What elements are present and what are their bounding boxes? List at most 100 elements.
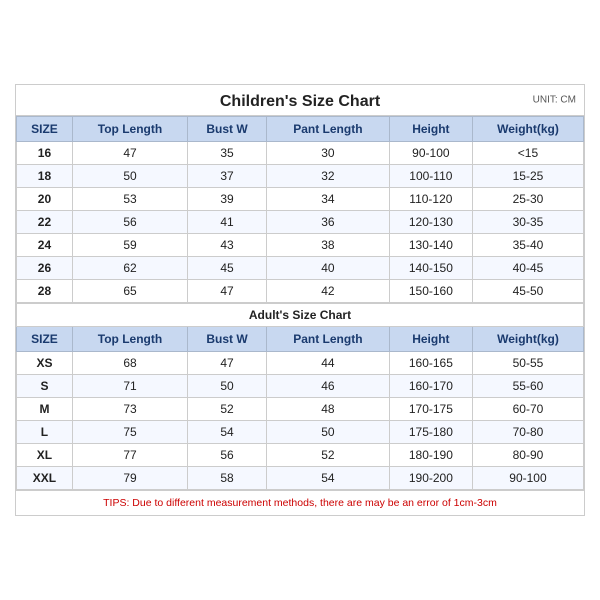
table-cell: 77 (72, 444, 187, 467)
table-cell: 90-100 (472, 467, 583, 490)
table-cell: 30-35 (472, 211, 583, 234)
table-cell: L (17, 421, 73, 444)
table-cell: 37 (188, 165, 267, 188)
table-cell: 140-150 (389, 257, 472, 280)
table-cell: XL (17, 444, 73, 467)
table-cell: 80-90 (472, 444, 583, 467)
table-cell: 70-80 (472, 421, 583, 444)
children-chart-title: Children's Size Chart (220, 93, 380, 110)
table-cell: 59 (72, 234, 187, 257)
table-row: XXL795854190-20090-100 (17, 467, 584, 490)
table-row: 28654742150-16045-50 (17, 280, 584, 303)
table-cell: 22 (17, 211, 73, 234)
table-cell: 40 (266, 257, 389, 280)
table-cell: 30 (266, 142, 389, 165)
table-cell: 71 (72, 375, 187, 398)
table-cell: 20 (17, 188, 73, 211)
children-title-row: Children's Size Chart UNIT: CM (16, 85, 584, 116)
table-row: S715046160-17055-60 (17, 375, 584, 398)
table-cell: 180-190 (389, 444, 472, 467)
table-cell: M (17, 398, 73, 421)
adult-col-height: Height (389, 327, 472, 352)
table-cell: 100-110 (389, 165, 472, 188)
table-cell: 47 (72, 142, 187, 165)
adult-col-top-length: Top Length (72, 327, 187, 352)
table-cell: 28 (17, 280, 73, 303)
size-chart-container: Children's Size Chart UNIT: CM SIZE Top … (15, 84, 585, 516)
table-cell: 53 (72, 188, 187, 211)
table-row: XL775652180-19080-90 (17, 444, 584, 467)
table-cell: 79 (72, 467, 187, 490)
table-cell: 50 (188, 375, 267, 398)
adult-header-row: SIZE Top Length Bust W Pant Length Heigh… (17, 327, 584, 352)
table-cell: 25-30 (472, 188, 583, 211)
table-cell: 130-140 (389, 234, 472, 257)
table-cell: 55-60 (472, 375, 583, 398)
table-cell: 24 (17, 234, 73, 257)
table-cell: 35-40 (472, 234, 583, 257)
table-cell: 47 (188, 280, 267, 303)
table-cell: 44 (266, 352, 389, 375)
adult-table-body: XS684744160-16550-55S715046160-17055-60M… (17, 352, 584, 490)
table-cell: 47 (188, 352, 267, 375)
table-cell: 75 (72, 421, 187, 444)
table-cell: <15 (472, 142, 583, 165)
adult-size-table: Adult's Size Chart SIZE Top Length Bust … (16, 303, 584, 490)
table-cell: 190-200 (389, 467, 472, 490)
table-cell: 18 (17, 165, 73, 188)
col-top-length: Top Length (72, 117, 187, 142)
table-cell: 39 (188, 188, 267, 211)
table-cell: 110-120 (389, 188, 472, 211)
table-cell: 160-170 (389, 375, 472, 398)
table-cell: 73 (72, 398, 187, 421)
table-cell: 42 (266, 280, 389, 303)
table-row: 1647353090-100<15 (17, 142, 584, 165)
children-table-body: 1647353090-100<1518503732100-11015-25205… (17, 142, 584, 303)
table-cell: 34 (266, 188, 389, 211)
table-row: 22564136120-13030-35 (17, 211, 584, 234)
table-cell: 68 (72, 352, 187, 375)
adult-col-bust-w: Bust W (188, 327, 267, 352)
table-row: L755450175-18070-80 (17, 421, 584, 444)
table-row: 26624540140-15040-45 (17, 257, 584, 280)
col-height: Height (389, 117, 472, 142)
children-header-row: SIZE Top Length Bust W Pant Length Heigh… (17, 117, 584, 142)
col-weight: Weight(kg) (472, 117, 583, 142)
table-cell: 35 (188, 142, 267, 165)
unit-label: UNIT: CM (533, 95, 576, 106)
adult-chart-title: Adult's Size Chart (17, 304, 584, 327)
table-cell: 56 (188, 444, 267, 467)
table-cell: 43 (188, 234, 267, 257)
children-table-header: SIZE Top Length Bust W Pant Length Heigh… (17, 117, 584, 142)
table-row: M735248170-17560-70 (17, 398, 584, 421)
table-row: XS684744160-16550-55 (17, 352, 584, 375)
table-cell: XXL (17, 467, 73, 490)
table-cell: 56 (72, 211, 187, 234)
table-cell: 52 (188, 398, 267, 421)
table-cell: 90-100 (389, 142, 472, 165)
table-cell: 175-180 (389, 421, 472, 444)
adult-col-pant-length: Pant Length (266, 327, 389, 352)
table-cell: 26 (17, 257, 73, 280)
table-cell: 38 (266, 234, 389, 257)
table-cell: 54 (188, 421, 267, 444)
table-cell: S (17, 375, 73, 398)
table-cell: 16 (17, 142, 73, 165)
adult-col-size: SIZE (17, 327, 73, 352)
table-cell: 150-160 (389, 280, 472, 303)
table-row: 20533934110-12025-30 (17, 188, 584, 211)
table-cell: 160-165 (389, 352, 472, 375)
table-cell: 48 (266, 398, 389, 421)
table-row: 18503732100-11015-25 (17, 165, 584, 188)
table-cell: 58 (188, 467, 267, 490)
adult-title-row: Adult's Size Chart (17, 304, 584, 327)
table-cell: 52 (266, 444, 389, 467)
table-cell: 50-55 (472, 352, 583, 375)
col-size: SIZE (17, 117, 73, 142)
table-cell: 120-130 (389, 211, 472, 234)
col-pant-length: Pant Length (266, 117, 389, 142)
adult-col-weight: Weight(kg) (472, 327, 583, 352)
tips-text: TIPS: Due to different measurement metho… (16, 490, 584, 515)
table-cell: 36 (266, 211, 389, 234)
col-bust-w: Bust W (188, 117, 267, 142)
